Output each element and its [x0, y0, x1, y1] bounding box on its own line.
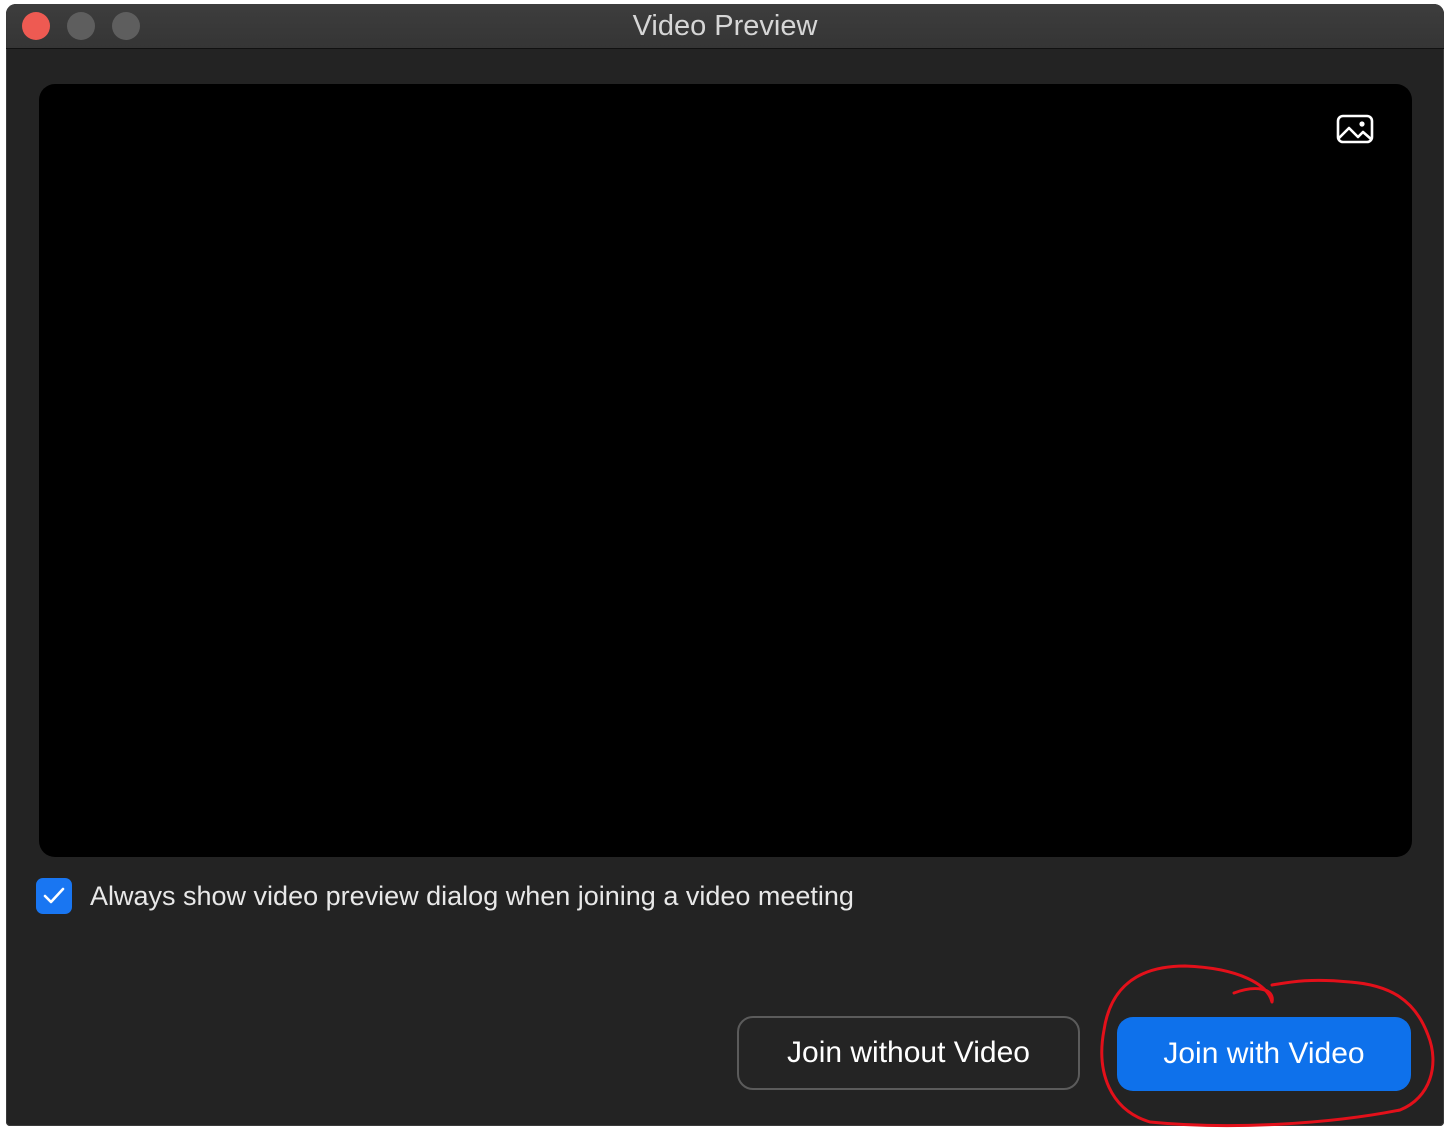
image-icon[interactable] [1336, 114, 1374, 144]
video-preview-window: Video Preview Always show video preview … [6, 4, 1444, 1126]
always-show-preview-option[interactable]: Always show video preview dialog when jo… [36, 878, 854, 914]
video-preview-area [39, 84, 1412, 857]
window-title: Video Preview [632, 10, 818, 42]
always-show-preview-checkbox[interactable] [36, 878, 72, 914]
title-bar: Video Preview [6, 4, 1444, 49]
always-show-preview-label: Always show video preview dialog when jo… [90, 880, 854, 911]
join-with-video-button[interactable]: Join with Video [1117, 1017, 1411, 1091]
join-without-video-button[interactable]: Join without Video [737, 1016, 1080, 1090]
checkmark-icon [43, 887, 65, 904]
